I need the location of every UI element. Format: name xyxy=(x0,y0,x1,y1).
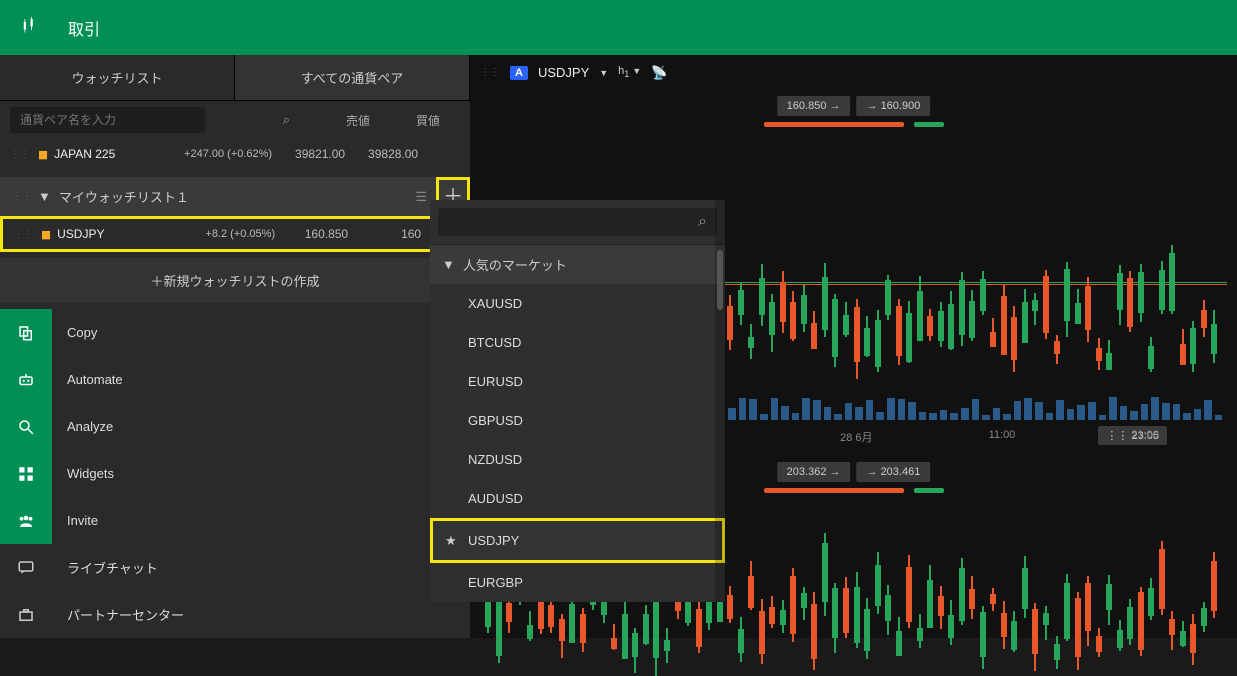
ask-badge[interactable]: → 160.900 xyxy=(857,96,931,116)
market-item[interactable]: XAUUSD xyxy=(430,284,725,323)
instrument-row[interactable]: ⋮⋮ ▮▮ JAPAN 225 +247.00 (+0.62%) 39821.0… xyxy=(0,139,470,169)
magnify-icon xyxy=(0,403,52,450)
pause-icon: ▮▮ xyxy=(41,228,49,241)
market-search-row: ⌕ xyxy=(430,200,725,245)
copy-icon xyxy=(0,309,52,356)
market-search-input[interactable] xyxy=(438,208,717,236)
account-badge[interactable]: A xyxy=(510,66,528,80)
robot-icon xyxy=(0,356,52,403)
market-dropdown-header[interactable]: ▼ 人気のマーケット xyxy=(430,245,725,284)
tabs: ウォッチリスト すべての通貨ペア xyxy=(0,55,470,101)
header-title: 取引 xyxy=(68,16,100,40)
action-label: Automate xyxy=(52,372,123,387)
time-label: 21:00 xyxy=(1131,429,1159,445)
drag-handle-icon[interactable]: ⋮⋮ xyxy=(12,191,32,202)
app-header: 取引 xyxy=(0,0,1237,55)
instrument-change: +247.00 (+0.62%) xyxy=(157,148,272,160)
column-buy: 買値 xyxy=(380,112,440,129)
search-icon[interactable]: ⌕ xyxy=(283,112,290,128)
pause-icon: ▮▮ xyxy=(38,148,46,161)
spread-indicator xyxy=(764,122,944,127)
chart-symbol[interactable]: USDJPY xyxy=(538,65,589,80)
market-item-selected[interactable]: ★USDJPY xyxy=(430,518,725,563)
action-label: Copy xyxy=(52,325,97,340)
drag-handle-icon[interactable]: ⋮⋮ xyxy=(10,149,30,160)
watchlist-item-buy[interactable]: 160 xyxy=(356,227,421,241)
sidebar: ウォッチリスト すべての通貨ペア ⌕ 売値 買値 ⋮⋮ ▮▮ JAPAN 225… xyxy=(0,55,470,638)
action-label: Analyze xyxy=(52,419,113,434)
watchlist-item-change: +8.2 (+0.05%) xyxy=(160,228,275,240)
action-label: ライブチャット xyxy=(52,558,158,577)
watchlist-title: マイウォッチリスト１ xyxy=(59,187,415,206)
search-icon[interactable]: ⌕ xyxy=(698,213,707,231)
market-item[interactable]: GBPUSD xyxy=(430,401,725,440)
ask-badge[interactable]: → 203.461 xyxy=(857,462,931,482)
scrollbar-track[interactable] xyxy=(715,200,725,602)
bid-badge[interactable]: 203.362 → xyxy=(777,462,851,482)
new-watchlist-button[interactable]: ＋新規ウォッチリストの作成 xyxy=(0,258,470,303)
time-label: 11:00 xyxy=(989,429,1016,445)
ask-bar xyxy=(914,488,944,493)
instrument-sell[interactable]: 39821.00 xyxy=(280,147,345,161)
menu-icon[interactable]: ☰ xyxy=(415,189,427,205)
bid-bar xyxy=(764,122,904,127)
chat-icon xyxy=(0,544,52,591)
chevron-down-icon: ▼ xyxy=(442,257,455,272)
timeframe[interactable]: h1 ▼ xyxy=(618,65,641,79)
watchlist-item-sell[interactable]: 160.850 xyxy=(283,227,348,241)
drag-handle-icon[interactable]: ⋮⋮ xyxy=(13,229,33,240)
grid-icon xyxy=(0,450,52,497)
market-item[interactable]: NZDUSD xyxy=(430,440,725,479)
chart-toolbar: ⋮⋮ A USDJPY ▼ h1 ▼ 📡 xyxy=(470,55,1237,90)
action-label: Invite xyxy=(52,513,98,528)
market-item[interactable]: BTCUSD xyxy=(430,323,725,362)
market-item[interactable]: AUDUSD xyxy=(430,479,725,518)
market-item[interactable]: EURUSD xyxy=(430,362,725,401)
action-invite[interactable]: Invite xyxy=(0,497,470,544)
drag-handle-icon[interactable]: ⋮⋮ xyxy=(480,67,500,78)
scrollbar-thumb[interactable] xyxy=(717,250,723,310)
tab-watchlist[interactable]: ウォッチリスト xyxy=(0,55,235,100)
candlestick-icon xyxy=(20,16,38,40)
briefcase-icon xyxy=(0,591,52,638)
market-list: XAUUSD BTCUSD EURUSD GBPUSD NZDUSD AUDUS… xyxy=(430,284,725,602)
watchlist-header[interactable]: ⋮⋮ ▼ マイウォッチリスト１ ☰ xyxy=(0,177,439,216)
action-label: パートナーセンター xyxy=(52,605,184,624)
bid-bar xyxy=(764,488,904,493)
action-copy[interactable]: Copy xyxy=(0,309,470,356)
watchlist-item-name: USDJPY xyxy=(57,227,152,241)
market-item[interactable]: EURGBP xyxy=(430,563,725,602)
market-dropdown-title: 人気のマーケット xyxy=(463,255,567,274)
watchlist-item-row[interactable]: ⋮⋮ ▮▮ USDJPY +8.2 (+0.05%) 160.850 160 xyxy=(0,216,470,252)
spread-indicator xyxy=(764,488,944,493)
people-icon xyxy=(0,497,52,544)
action-live-chat[interactable]: ライブチャット xyxy=(0,544,470,591)
star-icon[interactable]: ★ xyxy=(445,533,457,549)
market-dropdown: ⌕ ▼ 人気のマーケット XAUUSD BTCUSD EURUSD GBPUSD… xyxy=(430,200,725,602)
instrument-name: JAPAN 225 xyxy=(54,147,149,161)
action-automate[interactable]: Automate xyxy=(0,356,470,403)
search-row: ⌕ 売値 買値 xyxy=(0,101,470,139)
instrument-buy[interactable]: 39828.00 xyxy=(353,147,418,161)
action-list: Copy Automate Analyze Widgets Invite ライブ… xyxy=(0,309,470,638)
ask-bar xyxy=(914,122,944,127)
action-analyze[interactable]: Analyze xyxy=(0,403,470,450)
time-label: 28 6月 xyxy=(840,429,872,445)
tab-all-pairs[interactable]: すべての通貨ペア xyxy=(235,55,470,100)
column-sell: 売値 xyxy=(310,112,370,129)
signal-icon[interactable]: 📡 xyxy=(651,65,667,81)
action-widgets[interactable]: Widgets xyxy=(0,450,470,497)
search-input[interactable] xyxy=(10,107,205,133)
action-label: Widgets xyxy=(52,466,114,481)
action-partner[interactable]: パートナーセンター xyxy=(0,591,470,638)
chevron-down-icon[interactable]: ▼ xyxy=(599,68,608,78)
chevron-down-icon[interactable]: ▼ xyxy=(38,189,51,204)
price-badges: 160.850 → → 160.900 xyxy=(777,96,931,116)
bid-badge[interactable]: 160.850 → xyxy=(777,96,851,116)
price-badges: 203.362 → → 203.461 xyxy=(777,462,931,482)
